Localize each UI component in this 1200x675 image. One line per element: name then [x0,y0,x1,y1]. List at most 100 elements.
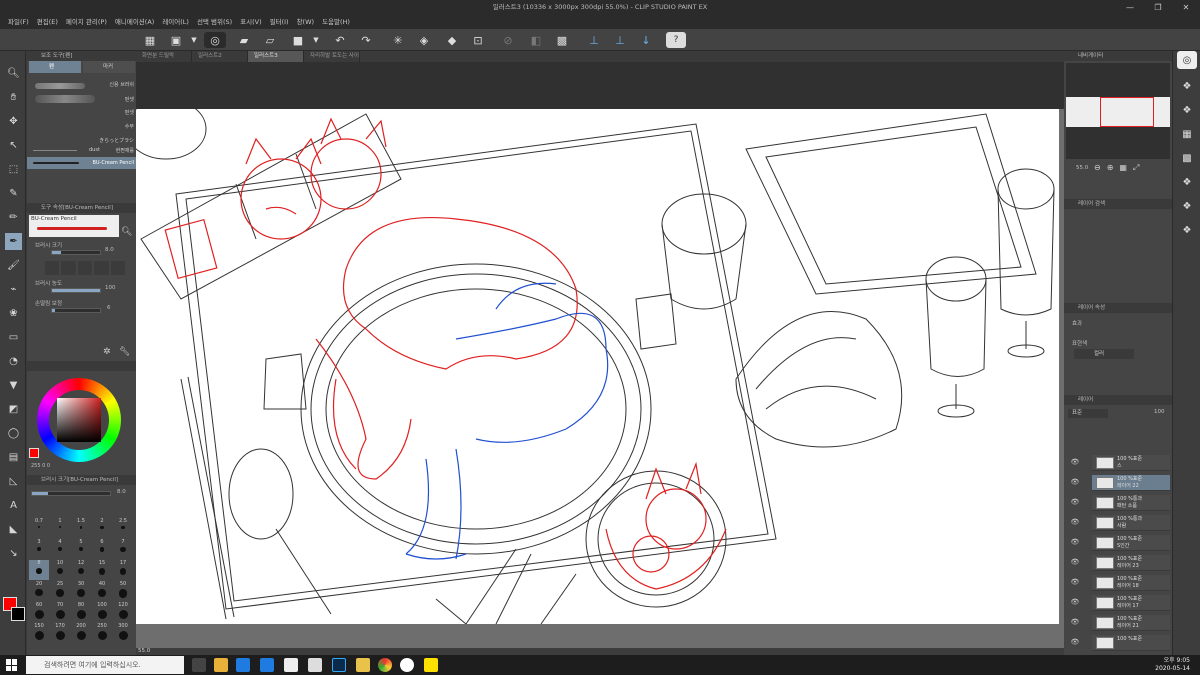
frame-tool-icon[interactable]: ▤ [5,449,22,466]
brush-size-preset[interactable]: 8 [29,560,49,580]
brush-size-panel-slider[interactable] [31,491,111,496]
menu-layer[interactable]: 레이어(L) [158,15,193,29]
brush-size-preset[interactable]: 70 [50,602,70,622]
brush-size-preset[interactable]: 250 [92,623,112,643]
app-icon[interactable] [308,658,322,672]
brush-density-slider[interactable] [51,288,101,293]
layer-row[interactable]: 100 %통과 사람 [1092,515,1170,531]
eye-icon[interactable]: 👁︎ [1070,538,1080,548]
brush-item[interactable]: きらっとブラシ [99,137,134,144]
menu-filter[interactable]: 필터(I) [266,15,293,29]
brush-item[interactable]: 펀셋 [125,96,134,103]
doc-tab[interactable]: 화면분 드릴락 [136,51,192,62]
dropdown-2-icon[interactable]: ▼ [308,32,324,48]
brush-item[interactable]: 수부 [125,123,134,130]
ruler-tool-icon[interactable]: ◺ [5,473,22,490]
eyedropper-tool-icon[interactable]: ✎ [5,185,22,202]
brush-size-preset[interactable]: 60 [29,602,49,622]
minimize-button[interactable]: — [1116,0,1144,15]
brush-item[interactable]: 신용 브러쉬 [109,81,134,88]
figure-tool-icon[interactable]: ◯ [5,425,22,442]
brush-size-preset[interactable]: 2 [92,518,112,538]
eye-icon[interactable]: 👁︎ [1070,578,1080,588]
selection-tool-icon[interactable]: ⬚ [5,161,22,178]
doc-tab-active[interactable]: 일러스트3 [248,51,304,62]
selection-icon[interactable]: ▩ [554,32,570,48]
material-3-icon[interactable]: ❖ [1178,173,1196,191]
taskbar-search[interactable]: 검색하려면 여기에 입력하십시오. [26,656,184,674]
correction-tool-icon[interactable]: ↘ [5,545,22,562]
help-icon[interactable]: ? [666,32,686,48]
layer-row[interactable]: 100 %표준 레이어 18 [1092,575,1170,591]
sub-color-swatch[interactable] [11,607,25,621]
brush-size-slider[interactable] [51,250,101,255]
menu-help[interactable]: 도움말(H) [318,15,354,29]
brush-size-preset[interactable]: 1 [50,518,70,538]
brush-size-preset[interactable]: 4 [50,539,70,559]
brush-size-preset[interactable]: 12 [71,560,91,580]
brush-size-preset[interactable]: 20 [29,581,49,601]
brush-size-preset[interactable]: 100 [92,602,112,622]
operation-tool-icon[interactable]: ↖ [5,137,22,154]
brush-size-preset[interactable]: 15 [92,560,112,580]
pattern-icon[interactable]: ▦ [1178,125,1196,143]
tab-pen[interactable]: 펜 [29,61,81,73]
eye-icon[interactable]: 👁︎ [1070,498,1080,508]
brush-size-preset[interactable]: 7 [113,539,133,559]
brush-tool-icon[interactable]: 🖌︎ [5,257,22,274]
brush-item[interactable]: 현쩐재를 [116,147,134,154]
chrome-icon[interactable] [378,658,392,672]
menu-page[interactable]: 페이지 관리(P) [62,15,111,29]
brush-item[interactable]: dust [89,147,100,153]
stabilization-slider[interactable] [51,308,101,313]
transform-icon[interactable]: ◈ [416,32,432,48]
pen-tool-icon[interactable]: ✒︎ [5,233,22,250]
brush-size-preset[interactable]: 10 [50,560,70,580]
brush-size-preset[interactable]: 40 [92,581,112,601]
brush-size-preset[interactable]: 17 [113,560,133,580]
store-icon[interactable] [214,658,228,672]
brush-size-preset[interactable]: 5 [71,539,91,559]
ruler-snap-icon[interactable]: ⊥ [586,32,602,48]
layer-row[interactable]: 100 %표준 레이어 23 [1092,555,1170,571]
crop-icon[interactable]: ⊡ [470,32,486,48]
eye-icon[interactable]: 👁︎ [1070,618,1080,628]
menu-window[interactable]: 창(W) [293,15,318,29]
pencil-tool-icon[interactable]: ✏︎ [5,209,22,226]
brush-size-preset[interactable]: 2.5 [113,518,133,538]
material-5-icon[interactable]: ❖ [1178,221,1196,239]
settings-icon[interactable]: ✲ [103,347,111,357]
color-wheel[interactable] [37,378,121,462]
brush-size-preset[interactable]: 300 [113,623,133,643]
redo-icon[interactable]: ↷ [358,32,374,48]
folder-icon[interactable] [356,658,370,672]
main-color-mini[interactable] [29,448,39,458]
menu-file[interactable]: 파일(F) [4,15,33,29]
tone-icon[interactable]: ▩ [1178,149,1196,167]
decoration-tool-icon[interactable]: ❀ [5,305,22,322]
layer-row[interactable]: 100 %표준 레이어 22 [1092,475,1170,491]
blend-mode-select[interactable]: 표준 [1068,409,1108,418]
open-file-icon[interactable]: ▰ [236,32,252,48]
brush-size-preset[interactable]: 0.7 [29,518,49,538]
brush-size-preset[interactable]: 150 [29,623,49,643]
material-2-icon[interactable]: ❖ [1178,101,1196,119]
doc-tab[interactable]: 일러스트2 [192,51,248,62]
new-file-icon[interactable]: ▣ [168,32,184,48]
drawing-canvas[interactable] [136,109,1059,624]
menu-edit[interactable]: 편집(E) [33,15,62,29]
save-file-icon[interactable]: ▱ [262,32,278,48]
hand-tool-icon[interactable]: ✋︎ [5,89,22,106]
clip-studio-logo-icon[interactable]: ◎ [204,32,226,48]
menu-view[interactable]: 표시(V) [236,15,265,29]
text-tool-icon[interactable]: A [5,497,22,514]
brush-size-preset[interactable]: 200 [71,623,91,643]
eye-icon[interactable]: 👁︎ [1070,458,1080,468]
material-4-icon[interactable]: ❖ [1178,197,1196,215]
navigator-viewport[interactable] [1100,97,1154,127]
settings-icon[interactable]: ✳ [390,32,406,48]
undo-icon[interactable]: ↶ [332,32,348,48]
brush-size-preset[interactable]: 6 [92,539,112,559]
brush-shape-options[interactable] [45,261,126,275]
task-view-icon[interactable] [192,658,206,672]
